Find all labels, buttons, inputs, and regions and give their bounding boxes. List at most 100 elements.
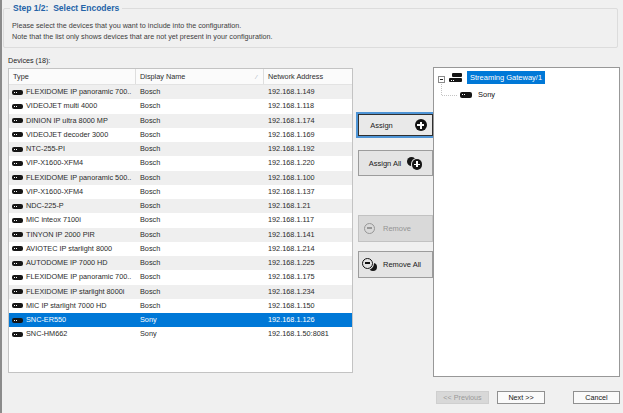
table-row[interactable]: FLEXIDOME IP panoramic 700..Bosch192.168… <box>9 270 352 284</box>
table-row[interactable]: NDC-225-PBosch192.168.1.21 <box>9 199 352 213</box>
device-type: MIC inteox 7100i <box>26 213 81 227</box>
device-type: VIP-X1600-XFM4 <box>26 185 83 199</box>
devices-table-body: FLEXIDOME IP panoramic 700..Bosch192.168… <box>9 85 352 342</box>
remove-button[interactable]: Remove <box>358 215 433 242</box>
device-type: MIC IP starlight 7000 HD <box>26 299 107 313</box>
table-row[interactable]: VIDEOJET decoder 3000 Bosch192.168.1.169 <box>9 128 352 142</box>
encoder-icon <box>12 289 23 294</box>
table-row[interactable]: AUTODOME IP 7000 HD Bosch192.168.1.225 <box>9 256 352 270</box>
table-row[interactable]: VIDEOJET multi 4000 Bosch192.168.1.118 <box>9 99 352 113</box>
table-row[interactable]: NTC-255-PIBosch192.168.1.192 <box>9 142 352 156</box>
device-network-address: 192.168.1.150 <box>264 299 352 313</box>
device-network-address: 192.168.1.169 <box>264 128 352 142</box>
table-row[interactable]: MIC inteox 7100i Bosch192.168.1.117 <box>9 213 352 227</box>
collapse-icon[interactable] <box>438 76 445 83</box>
device-display-name: Bosch <box>136 285 264 299</box>
device-display-name: Bosch <box>136 256 264 270</box>
table-row[interactable]: FLEXIDOME IP panoramic 700..Bosch192.168… <box>9 85 352 99</box>
device-type: DINION IP ultra 8000 MP <box>26 114 108 128</box>
device-type: VIP-X1600-XFM4 <box>26 156 83 170</box>
device-display-name: Bosch <box>136 128 264 142</box>
table-row[interactable]: DINION IP ultra 8000 MP Bosch192.168.1.17… <box>9 114 352 128</box>
next-button[interactable]: Next >> <box>497 391 545 404</box>
table-row[interactable]: MIC IP starlight 7000 HDBosch192.168.1.1… <box>9 299 352 313</box>
table-row[interactable]: FLEXIDOME IP starlight 8000iBosch192.168… <box>9 285 352 299</box>
assigned-devices-tree: Streaming Gateway/1 Sony <box>433 67 620 377</box>
remove-button-label: Remove <box>383 224 411 233</box>
remove-all-button-label: Remove All <box>383 260 421 269</box>
plus-all-icon <box>407 157 422 170</box>
device-network-address: 192.168.1.220 <box>264 156 352 170</box>
encoder-icon <box>12 218 23 223</box>
device-display-name: Bosch <box>136 114 264 128</box>
encoder-icon <box>12 189 23 194</box>
device-display-name: Sony <box>136 313 264 327</box>
device-network-address: 192.168.1.225 <box>264 256 352 270</box>
previous-button[interactable]: << Previous <box>436 391 489 404</box>
device-type: TINYON IP 2000 PIR <box>26 228 95 242</box>
device-type: SNC-ER550 <box>26 313 66 327</box>
device-type: FLEXIDOME IP panoramic 700.. <box>26 270 131 284</box>
tree-node-streaming-gateway[interactable]: Streaming Gateway/1 <box>467 71 545 84</box>
tree-node-sony[interactable]: Sony <box>478 90 495 99</box>
device-type: VIDEOJET decoder 3000 <box>26 128 108 142</box>
assign-all-button[interactable]: Assign All <box>358 150 433 176</box>
device-display-name: Bosch <box>136 228 264 242</box>
device-network-address: 192.168.1.192 <box>264 142 352 156</box>
streaming-gateway-icon <box>449 72 464 84</box>
device-network-address: 192.168.1.174 <box>264 114 352 128</box>
device-type: AVIOTEC IP starlight 8000 <box>26 242 112 256</box>
column-header-display-name[interactable]: Display Name∕ <box>136 69 264 84</box>
tree-connector-horizontal <box>442 95 457 96</box>
encoder-icon <box>12 318 23 323</box>
encoder-icon <box>12 90 23 95</box>
device-display-name: Bosch <box>136 199 264 213</box>
remove-all-button[interactable]: Remove All <box>358 251 433 278</box>
sort-indicator-icon: ∕ <box>256 70 257 85</box>
device-display-name: Bosch <box>136 213 264 227</box>
cancel-button[interactable]: Cancel <box>573 391 620 404</box>
encoder-icon <box>12 261 23 266</box>
device-network-address: 192.168.1.126 <box>264 313 352 327</box>
encoder-icon <box>12 204 23 209</box>
device-network-address: 192.168.1.50:8081 <box>264 327 352 341</box>
step-title: Step 1/2: Select Encoders <box>10 3 122 13</box>
assign-all-button-label: Assign All <box>369 159 402 168</box>
device-network-address: 192.168.1.118 <box>264 99 352 113</box>
table-row[interactable]: TINYON IP 2000 PIR Bosch192.168.1.141 <box>9 228 352 242</box>
table-row[interactable]: SNC-HM662 Sony192.168.1.50:8081 <box>9 327 352 341</box>
device-display-name: Bosch <box>136 171 264 185</box>
minus-icon <box>364 223 375 234</box>
plus-icon <box>415 119 427 131</box>
table-row[interactable]: VIP-X1600-XFM4Bosch192.168.1.137 <box>9 185 352 199</box>
encoder-icon <box>12 246 23 251</box>
device-type: AUTODOME IP 7000 HD <box>26 256 108 270</box>
device-type: FLEXIDOME IP panoramic 500.. <box>26 171 131 185</box>
table-row[interactable]: VIP-X1600-XFM4Bosch192.168.1.220 <box>9 156 352 170</box>
encoder-icon <box>12 161 23 166</box>
table-row[interactable]: AVIOTEC IP starlight 8000 Bosch192.168.1.… <box>9 242 352 256</box>
table-row[interactable]: FLEXIDOME IP panoramic 500.. Bosch192.168… <box>9 171 352 185</box>
encoder-icon <box>12 175 23 180</box>
device-display-name: Bosch <box>136 99 264 113</box>
encoder-icon <box>12 275 23 280</box>
device-display-name: Bosch <box>136 85 264 99</box>
device-type: SNC-HM662 <box>26 327 67 341</box>
assign-button[interactable]: Assign <box>358 114 433 136</box>
device-network-address: 192.168.1.141 <box>264 228 352 242</box>
device-network-address: 192.168.1.214 <box>264 242 352 256</box>
encoder-icon <box>12 232 23 237</box>
device-network-address: 192.168.1.21 <box>264 199 352 213</box>
column-header-network-address[interactable]: Network Address <box>264 69 352 84</box>
device-network-address: 192.168.1.100 <box>264 171 352 185</box>
device-type: VIDEOJET multi 4000 <box>26 99 97 113</box>
column-header-type[interactable]: Type <box>9 69 136 84</box>
device-type: NTC-255-PI <box>26 142 65 156</box>
table-row[interactable]: SNC-ER550 Sony192.168.1.126 <box>9 313 352 327</box>
device-display-name: Sony <box>136 327 264 341</box>
encoder-icon <box>12 132 23 137</box>
device-network-address: 192.168.1.149 <box>264 85 352 99</box>
devices-table-header: Type Display Name∕ Network Address <box>9 69 352 85</box>
device-display-name: Bosch <box>136 242 264 256</box>
device-network-address: 192.168.1.117 <box>264 213 352 227</box>
